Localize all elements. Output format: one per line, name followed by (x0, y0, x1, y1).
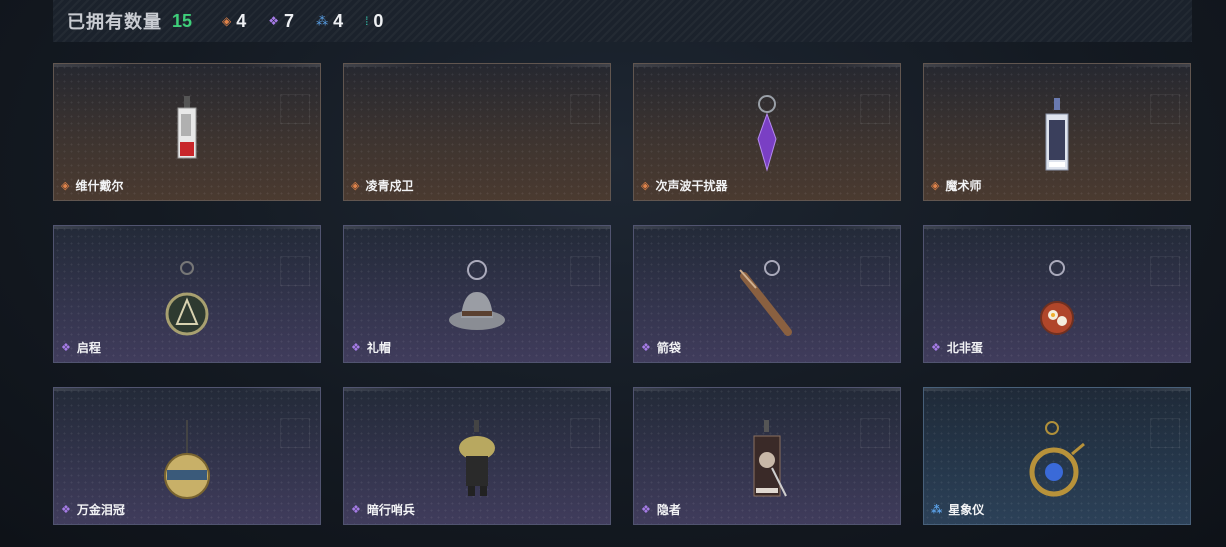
purple-rarity-icon: ❖ (351, 504, 361, 516)
item-name: 北非蛋 (946, 341, 983, 355)
item-card[interactable]: ⁂ 星象仪 (923, 387, 1191, 525)
hat-charm-icon (449, 260, 505, 330)
item-name: 暗行哨兵 (366, 503, 415, 517)
purple-crystal-icon (757, 95, 777, 172)
item-label: ❖ 万金泪冠 (61, 501, 125, 518)
item-name: 维什戴尔 (75, 179, 124, 193)
item-label: ◈ 次声波干扰器 (641, 177, 727, 194)
item-label: ❖ 礼帽 (351, 339, 391, 356)
item-label: ❖ 北非蛋 (931, 339, 983, 356)
card-edge (54, 388, 320, 391)
purple-rarity-icon: ❖ (61, 504, 71, 516)
card-edge (924, 64, 1190, 67)
item-label: ❖ 隐者 (641, 501, 681, 518)
rarity-count-value: 4 (333, 10, 344, 31)
item-card[interactable]: ❖ 北非蛋 (923, 225, 1191, 363)
card-decoration (1150, 94, 1180, 124)
card-decoration (280, 256, 310, 286)
card-edge (634, 226, 900, 229)
owned-count-bar: 已拥有数量 15 ◈ 4 ❖ 7 ⁂ 4 ⁞ 0 (53, 0, 1192, 42)
item-name: 魔术师 (945, 179, 982, 193)
item-name: 箭袋 (656, 341, 681, 355)
sentinel-figure-icon (459, 420, 495, 496)
item-name: 启程 (76, 341, 101, 355)
teal-rarity-icon: ⁞ (365, 14, 369, 28)
card-decoration (570, 256, 600, 286)
item-label: ◈ 维什戴尔 (61, 177, 123, 194)
item-label: ◈ 魔术师 (931, 177, 981, 194)
purple-rarity-icon: ❖ (931, 342, 941, 354)
medal-charm-icon (165, 261, 209, 336)
globe-charm-icon (164, 420, 210, 499)
item-card[interactable]: ◈ 凌青戍卫 (343, 63, 611, 201)
item-card[interactable]: ❖ 礼帽 (343, 225, 611, 363)
card-edge (54, 226, 320, 229)
card-decoration (570, 418, 600, 448)
item-label: ❖ 暗行哨兵 (351, 501, 415, 518)
card-decoration (570, 94, 600, 124)
item-card[interactable]: ❖ 启程 (53, 225, 321, 363)
hermit-card-icon (753, 420, 787, 497)
quiver-charm-icon (739, 260, 792, 336)
item-card[interactable]: ◈ 次声波干扰器 (633, 63, 901, 201)
item-name: 凌青戍卫 (365, 179, 414, 193)
orange-rarity-icon: ◈ (222, 14, 232, 28)
card-edge (54, 64, 320, 67)
orange-rarity-icon: ◈ (641, 180, 650, 192)
card-edge (924, 226, 1190, 229)
item-name: 隐者 (656, 503, 681, 517)
rarity-count-purple: ❖ 7 (268, 11, 294, 32)
card-decoration (280, 94, 310, 124)
item-label: ◈ 凌青戍卫 (351, 177, 413, 194)
card-edge (634, 64, 900, 67)
item-label: ⁂ 星象仪 (931, 501, 984, 518)
orange-rarity-icon: ◈ (61, 180, 70, 192)
item-name: 万金泪冠 (76, 503, 125, 517)
item-card[interactable]: ◈ 维什戴尔 (53, 63, 321, 201)
card-decoration (860, 256, 890, 286)
card-decoration (1150, 256, 1180, 286)
rarity-count-teal: ⁞ 0 (365, 11, 383, 32)
card-decoration (1150, 418, 1180, 448)
item-label: ❖ 启程 (61, 339, 101, 356)
astrolabe-charm-icon (1029, 421, 1085, 497)
item-card[interactable]: ❖ 隐者 (633, 387, 901, 525)
item-name: 礼帽 (366, 341, 391, 355)
item-card[interactable]: ❖ 暗行哨兵 (343, 387, 611, 525)
purple-rarity-icon: ❖ (61, 342, 71, 354)
purple-rarity-icon: ❖ (641, 342, 651, 354)
owned-count-total: 15 (172, 10, 193, 31)
magician-card-icon (1045, 98, 1069, 171)
card-edge (344, 388, 610, 391)
rarity-count-value: 7 (284, 10, 295, 31)
blue-rarity-icon: ⁂ (931, 504, 943, 516)
purple-rarity-icon: ❖ (641, 504, 651, 516)
rarity-count-blue: ⁂ 4 (316, 11, 343, 32)
egg-pan-charm-icon (1040, 260, 1074, 335)
orange-rarity-icon: ◈ (351, 180, 360, 192)
card-decoration (860, 94, 890, 124)
keychain-card-icon (177, 96, 197, 159)
card-edge (344, 226, 610, 229)
purple-rarity-icon: ❖ (268, 14, 280, 28)
item-label: ❖ 箭袋 (641, 339, 681, 356)
item-card[interactable]: ❖ 万金泪冠 (53, 387, 321, 525)
owned-count-title: 已拥有数量 (67, 12, 162, 32)
card-edge (344, 64, 610, 67)
purple-rarity-icon: ❖ (351, 342, 361, 354)
item-card[interactable]: ❖ 箭袋 (633, 225, 901, 363)
rarity-count-value: 0 (373, 10, 384, 31)
rarity-count-orange: ◈ 4 (222, 11, 246, 32)
card-decoration (860, 418, 890, 448)
card-edge (924, 388, 1190, 391)
card-decoration (280, 418, 310, 448)
orange-rarity-icon: ◈ (931, 180, 940, 192)
rarity-count-value: 4 (236, 10, 247, 31)
item-card[interactable]: ◈ 魔术师 (923, 63, 1191, 201)
item-name: 次声波干扰器 (655, 179, 728, 193)
item-name: 星象仪 (948, 503, 985, 517)
blue-rarity-icon: ⁂ (316, 14, 329, 28)
card-edge (634, 388, 900, 391)
collection-grid: ◈ 维什戴尔 ◈ 凌青戍卫 ◈ 次声波干扰器 ◈ 魔术师 ❖ 启程 ❖ 礼帽 ❖… (53, 63, 1191, 525)
